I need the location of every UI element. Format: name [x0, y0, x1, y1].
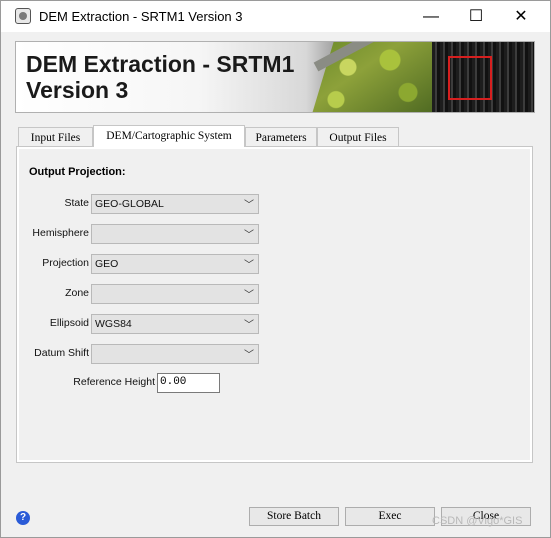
chevron-down-icon: ﹀: [244, 260, 254, 271]
tab-output-files[interactable]: Output Files: [317, 127, 399, 146]
chevron-down-icon: ﹀: [244, 200, 254, 211]
banner-title-line-2: Version 3: [26, 77, 129, 103]
state-select[interactable]: GEO-GLOBAL ﹀: [91, 194, 259, 214]
window-title: DEM Extraction - SRTM1 Version 3: [39, 9, 243, 24]
projection-value: GEO: [95, 258, 119, 270]
reference-height-input[interactable]: 0.00: [157, 373, 220, 393]
dem-extraction-window: DEM Extraction - SRTM1 Version 3 — ☐ ✕ D…: [0, 0, 551, 538]
app-icon: [15, 8, 31, 24]
projection-select[interactable]: GEO ﹀: [91, 254, 259, 274]
datum-shift-select[interactable]: ﹀: [91, 344, 259, 364]
tab-input-files[interactable]: Input Files: [18, 127, 93, 146]
chevron-down-icon: ﹀: [244, 320, 254, 331]
zone-select[interactable]: ﹀: [91, 284, 259, 304]
hemisphere-label: Hemisphere: [32, 227, 89, 239]
zone-label: Zone: [65, 287, 89, 299]
chevron-down-icon: ﹀: [244, 350, 254, 361]
exec-button[interactable]: Exec: [345, 507, 435, 526]
datum-shift-label: Datum Shift: [34, 347, 89, 359]
minimize-button[interactable]: —: [408, 1, 454, 32]
title-bar: DEM Extraction - SRTM1 Version 3 — ☐ ✕: [1, 1, 550, 32]
banner-title: DEM Extraction - SRTM1 Version 3: [26, 51, 294, 103]
selection-box-image: [448, 56, 492, 100]
ellipsoid-select[interactable]: WGS84 ﹀: [91, 314, 259, 334]
tab-panel: Output Projection: State GEO-GLOBAL ﹀ He…: [16, 146, 533, 463]
help-icon[interactable]: ?: [16, 511, 30, 525]
projection-label: Projection: [42, 257, 89, 269]
state-label: State: [64, 197, 89, 209]
ellipsoid-label: Ellipsoid: [49, 317, 89, 329]
tab-panel-content: Output Projection: State GEO-GLOBAL ﹀ He…: [19, 149, 530, 460]
reference-height-label: Reference Height: [73, 376, 155, 388]
header-banner: DEM Extraction - SRTM1 Version 3: [15, 41, 535, 113]
close-window-button[interactable]: ✕: [498, 1, 544, 32]
store-batch-button[interactable]: Store Batch: [249, 507, 339, 526]
ellipsoid-value: WGS84: [95, 318, 132, 330]
hemisphere-select[interactable]: ﹀: [91, 224, 259, 244]
watermark-text: CSDN @Vigo*GIS: [432, 515, 523, 527]
state-value: GEO-GLOBAL: [95, 198, 164, 210]
output-projection-heading: Output Projection:: [29, 166, 126, 178]
banner-title-line-1: DEM Extraction - SRTM1: [26, 51, 295, 77]
chevron-down-icon: ﹀: [244, 230, 254, 241]
chevron-down-icon: ﹀: [244, 290, 254, 301]
maximize-button[interactable]: ☐: [453, 1, 499, 32]
tab-dem-cartographic-system[interactable]: DEM/Cartographic System: [93, 125, 245, 147]
tab-parameters[interactable]: Parameters: [245, 127, 317, 146]
